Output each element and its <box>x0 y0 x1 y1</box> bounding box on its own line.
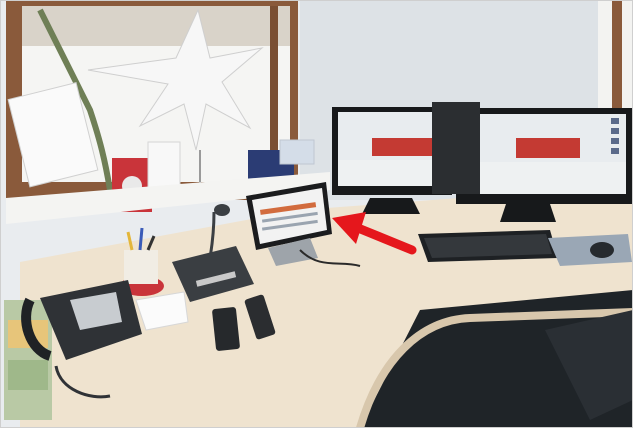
mouse-icon <box>590 242 614 258</box>
keyboard-icon <box>418 230 558 262</box>
office-desk-photo <box>0 0 633 428</box>
photo-canvas <box>0 0 633 428</box>
computer-tower-icon <box>432 102 480 194</box>
mobile-phone-icon <box>212 307 240 351</box>
postcard-2-icon <box>279 139 315 165</box>
